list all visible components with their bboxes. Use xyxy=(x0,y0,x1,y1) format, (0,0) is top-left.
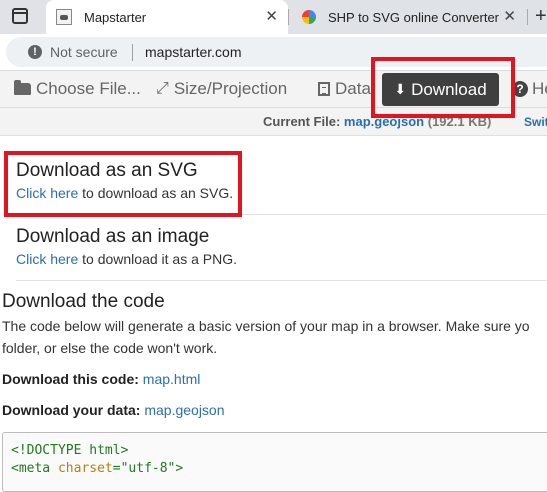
download-code-label: Download this code: xyxy=(2,371,139,387)
size-projection-label: Size/Projection xyxy=(173,79,288,98)
tab-title: Mapstarter xyxy=(84,9,147,25)
current-file-label: Current File: xyxy=(263,114,341,129)
warning-icon[interactable]: ! xyxy=(28,45,42,59)
download-code-row: Download this code: map.html xyxy=(2,371,200,387)
browser-tab-strip: Mapstarter ✕ SHP to SVG online Converter… xyxy=(0,0,547,34)
tab-title: SHP to SVG online Converter xyxy=(328,9,500,25)
description-line: The code below will generate a basic ver… xyxy=(2,318,530,334)
new-tab-button[interactable]: + xyxy=(535,5,547,28)
help-button[interactable]: ? He xyxy=(512,79,547,99)
code-tag: <meta xyxy=(11,461,58,476)
switch-file-link[interactable]: Swit xyxy=(524,115,547,129)
map-favicon-icon xyxy=(56,9,72,25)
download-code-title: Download the code xyxy=(2,291,165,312)
download-data-row: Download your data: map.geojson xyxy=(2,402,225,418)
security-label[interactable]: Not secure xyxy=(50,44,118,60)
folder-open-icon xyxy=(14,80,31,95)
code-block[interactable]: <!DOCTYPE html> <meta charset="utf-8"> xyxy=(2,432,547,492)
tab-search-icon[interactable] xyxy=(12,8,28,24)
code-value: "utf-8" xyxy=(120,461,176,476)
download-image-section: Download as an image Click here to downl… xyxy=(16,226,237,267)
url-text[interactable]: mapstarter.com xyxy=(145,44,241,60)
tab-separator xyxy=(288,9,289,25)
close-icon[interactable]: ✕ xyxy=(503,9,516,25)
download-png-link[interactable]: Click here xyxy=(16,251,78,267)
download-image-title: Download as an image xyxy=(16,226,210,247)
resize-arrows-icon: ⤢ xyxy=(156,80,169,97)
code-line-doctype: <!DOCTYPE html> xyxy=(11,443,129,458)
size-projection-button[interactable]: ⤢ Size/Projection xyxy=(156,79,287,99)
download-code-description: The code below will generate a basic ver… xyxy=(2,315,547,359)
description-line: folder, or else the code won't work. xyxy=(2,340,218,356)
divider xyxy=(16,280,547,281)
help-label: He xyxy=(532,79,547,98)
tab-shp-to-svg[interactable]: SHP to SVG online Converter ✕ xyxy=(296,0,526,34)
code-eq: = xyxy=(112,461,121,476)
map-html-link[interactable]: map.html xyxy=(143,371,201,387)
download-image-text: to download it as a PNG. xyxy=(78,251,238,267)
svg-highlight-box xyxy=(4,151,242,217)
choose-file-label: Choose File... xyxy=(36,79,141,98)
code-line-meta: <meta charset="utf-8"> xyxy=(11,461,183,476)
download-image-desc: Click here to download it as a PNG. xyxy=(16,251,237,267)
globe-favicon-icon xyxy=(302,10,316,24)
code-tag-close: > xyxy=(175,461,184,476)
tab-separator xyxy=(527,9,528,25)
code-attr: charset xyxy=(57,461,113,476)
data-button[interactable]: Data xyxy=(318,79,371,99)
address-separator xyxy=(132,44,133,61)
choose-file-button[interactable]: Choose File... xyxy=(14,79,141,99)
close-icon[interactable]: ✕ xyxy=(265,9,278,25)
data-label: Data xyxy=(335,79,371,98)
download-data-label: Download your data: xyxy=(2,402,141,418)
tab-mapstarter[interactable]: Mapstarter ✕ xyxy=(46,0,288,34)
table-icon xyxy=(318,82,330,96)
map-geojson-link[interactable]: map.geojson xyxy=(144,402,224,418)
download-highlight-box xyxy=(371,57,515,118)
